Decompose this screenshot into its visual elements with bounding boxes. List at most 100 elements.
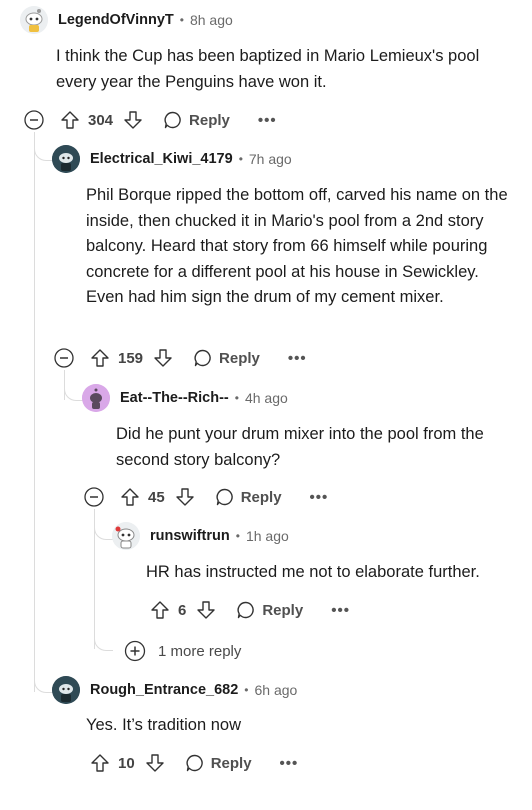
downvote-button[interactable] xyxy=(175,487,195,507)
comment-actions: 6 Reply ••• xyxy=(150,596,350,624)
avatar[interactable] xyxy=(52,676,80,704)
downvote-icon xyxy=(175,488,194,506)
collapse-thread-button[interactable] xyxy=(54,348,74,368)
comment-bubble-icon xyxy=(194,349,211,367)
comment-actions: 45 Reply ••• xyxy=(120,483,328,511)
more-options-button[interactable]: ••• xyxy=(280,755,299,772)
upvote-button[interactable] xyxy=(60,110,80,130)
snoo-avatar-icon xyxy=(20,6,48,34)
comment-header: LegendOfVinnyT • 8h ago xyxy=(20,6,233,34)
upvote-icon xyxy=(121,488,139,506)
thread-line-level0 xyxy=(34,132,35,692)
avatar[interactable] xyxy=(82,384,110,412)
comment-actions: 159 Reply ••• xyxy=(90,344,307,372)
collapse-thread-button[interactable] xyxy=(84,487,104,507)
collapse-icon xyxy=(84,487,104,507)
reply-button[interactable]: Reply xyxy=(215,487,282,507)
reply-label: Reply xyxy=(189,111,230,129)
avatar[interactable] xyxy=(112,522,140,550)
comment-bubble-icon xyxy=(237,601,255,619)
comment-header: runswiftrun • 1h ago xyxy=(112,522,289,550)
comment-body: Did he punt your drum mixer into the poo… xyxy=(116,425,484,469)
upvote-icon xyxy=(151,601,169,619)
comment-author[interactable]: Electrical_Kiwi_4179 xyxy=(90,151,233,167)
comment-author[interactable]: Eat--The--Rich-- xyxy=(120,390,229,406)
comment-bubble-icon xyxy=(216,488,233,506)
collapse-icon xyxy=(24,110,44,130)
comment-time: 1h ago xyxy=(245,528,289,544)
separator-dot: • xyxy=(244,683,249,697)
reply-button[interactable]: Reply xyxy=(193,348,260,368)
vote-count: 6 xyxy=(178,601,187,619)
thread-curve xyxy=(34,132,53,161)
vote-count: 159 xyxy=(118,349,144,367)
vote-count: 10 xyxy=(118,754,135,772)
upvote-button[interactable] xyxy=(90,348,110,368)
snoo-avatar-icon xyxy=(52,145,80,173)
comment-header: Rough_Entrance_682 • 6h ago xyxy=(52,676,297,704)
upvote-button[interactable] xyxy=(90,753,110,773)
downvote-button[interactable] xyxy=(153,348,173,368)
reply-button[interactable]: Reply xyxy=(163,110,230,130)
comment-time: 6h ago xyxy=(254,682,298,698)
avatar[interactable] xyxy=(52,145,80,173)
vote-count: 304 xyxy=(88,111,114,129)
snoo-avatar-icon xyxy=(82,384,110,412)
comment-body: HR has instructed me not to elaborate fu… xyxy=(146,563,480,581)
comment-actions: 10 Reply ••• xyxy=(90,749,298,777)
comment-header: Eat--The--Rich-- • 4h ago xyxy=(82,384,288,412)
reply-button[interactable]: Reply xyxy=(185,753,252,773)
comment-bubble-icon xyxy=(164,111,181,129)
upvote-icon xyxy=(91,754,109,772)
reply-label: Reply xyxy=(240,488,282,506)
thread-curve xyxy=(64,370,83,401)
thread-curve xyxy=(94,626,113,651)
comment-body: Phil Borque ripped the bottom off, carve… xyxy=(86,186,508,306)
reply-label: Reply xyxy=(210,754,252,772)
snoo-avatar-icon xyxy=(112,522,140,550)
thread-curve xyxy=(94,509,113,540)
downvote-icon xyxy=(145,754,164,772)
reply-label: Reply xyxy=(219,349,260,367)
reply-label: Reply xyxy=(262,601,304,619)
expand-icon xyxy=(124,640,146,662)
comment-actions: 304 Reply ••• xyxy=(60,106,277,134)
downvote-button[interactable] xyxy=(123,110,143,130)
upvote-button[interactable] xyxy=(120,487,140,507)
separator-dot: • xyxy=(238,152,243,166)
more-replies-link[interactable]: 1 more reply xyxy=(124,640,241,662)
comment-body: I think the Cup has been baptized in Mar… xyxy=(56,47,480,91)
comment-author[interactable]: LegendOfVinnyT xyxy=(58,12,174,28)
vote-count: 45 xyxy=(148,488,165,506)
collapse-thread-button[interactable] xyxy=(24,110,44,130)
separator-dot: • xyxy=(234,391,239,405)
upvote-icon xyxy=(91,349,109,367)
downvote-button[interactable] xyxy=(196,600,216,620)
thread-curve xyxy=(34,666,53,693)
comment-author[interactable]: Rough_Entrance_682 xyxy=(90,682,238,698)
collapse-icon xyxy=(54,348,74,368)
avatar[interactable] xyxy=(20,6,48,34)
snoo-avatar-icon xyxy=(52,676,80,704)
comment-time: 7h ago xyxy=(248,151,292,167)
downvote-icon xyxy=(124,111,142,129)
comment-bubble-icon xyxy=(186,754,203,772)
downvote-icon xyxy=(197,601,216,619)
comment-time: 8h ago xyxy=(189,12,233,28)
comment-header: Electrical_Kiwi_4179 • 7h ago xyxy=(52,145,292,173)
comment-time: 4h ago xyxy=(244,390,288,406)
separator-dot: • xyxy=(179,13,184,27)
separator-dot: • xyxy=(235,529,240,543)
comment-author[interactable]: runswiftrun xyxy=(150,528,230,544)
more-replies-label: 1 more reply xyxy=(158,642,242,660)
more-options-button[interactable]: ••• xyxy=(310,489,329,506)
upvote-button[interactable] xyxy=(150,600,170,620)
more-options-button[interactable]: ••• xyxy=(331,602,350,619)
more-options-button[interactable]: ••• xyxy=(258,112,277,129)
upvote-icon xyxy=(61,111,79,129)
reply-button[interactable]: Reply xyxy=(236,600,303,620)
downvote-icon xyxy=(154,349,172,367)
comment-body: Yes. It’s tradition now xyxy=(86,716,242,734)
more-options-button[interactable]: ••• xyxy=(288,350,307,367)
downvote-button[interactable] xyxy=(145,753,165,773)
